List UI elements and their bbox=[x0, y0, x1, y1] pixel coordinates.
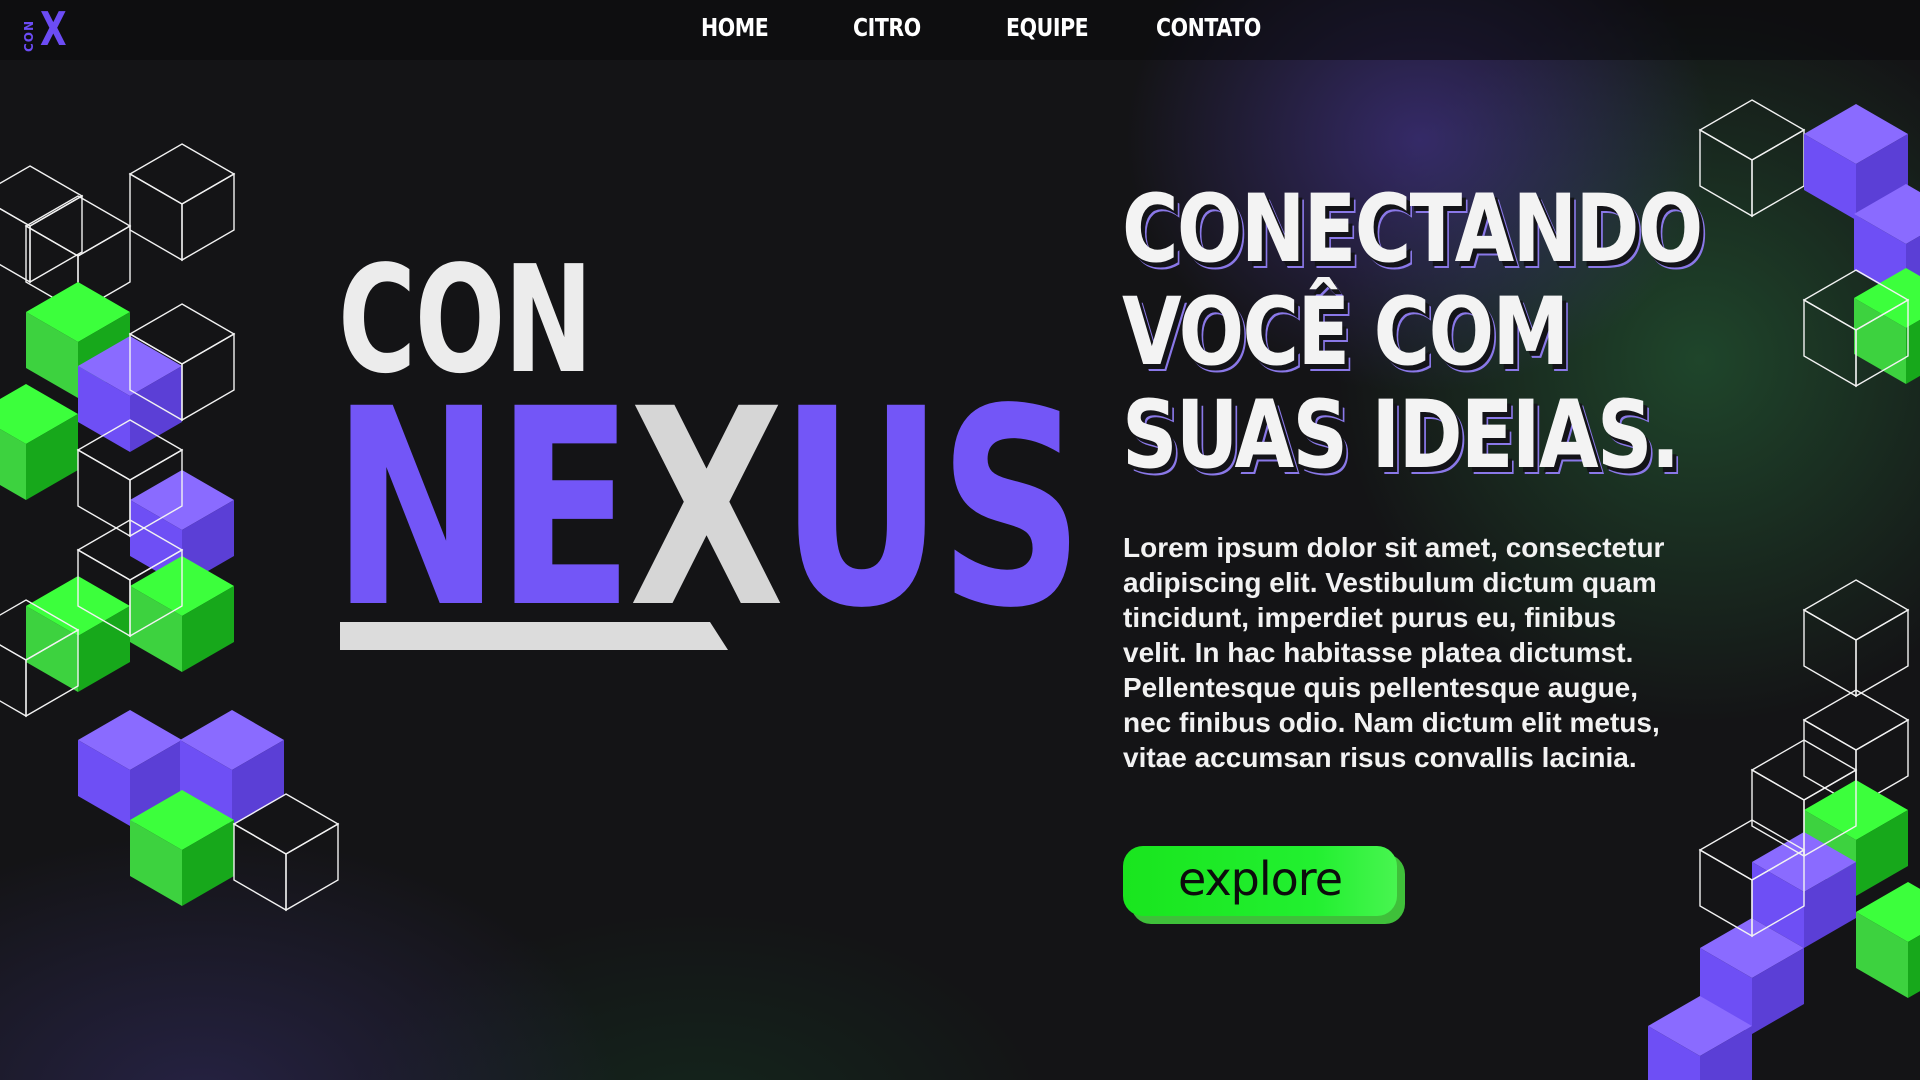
logo-x-mark: X bbox=[40, 2, 67, 56]
cube-outline bbox=[1698, 99, 1806, 161]
explore-button-face[interactable]: explore bbox=[1123, 846, 1397, 916]
headline-line-1: CONECTANDO bbox=[1122, 175, 1703, 284]
cube-outline bbox=[0, 644, 27, 718]
cube-outline bbox=[1855, 608, 1909, 698]
connexus-logo[interactable]: CON X bbox=[22, 2, 74, 56]
nav-contato[interactable]: CONTATO bbox=[1156, 13, 1261, 42]
explore-button[interactable]: explore bbox=[1123, 846, 1405, 924]
nav-home[interactable]: HOME bbox=[701, 13, 769, 42]
headline-line-2: VOCÊ COM bbox=[1122, 278, 1569, 387]
top-navbar: CON X HOME CITRO EQUIPE CONTATO bbox=[0, 0, 1920, 60]
cube-outline bbox=[77, 448, 131, 538]
cube-outline bbox=[1803, 298, 1857, 388]
nav-citro[interactable]: CITRO bbox=[853, 13, 921, 42]
cube-outline bbox=[181, 332, 235, 422]
cube-outline bbox=[181, 172, 235, 262]
cube-outline bbox=[1699, 128, 1753, 218]
headline-line-3: SUAS IDEIAS. bbox=[1122, 381, 1680, 490]
nav-equipe[interactable]: EQUIPE bbox=[1006, 13, 1089, 42]
hero-body-text: Lorem ipsum dolor sit amet, consectetur … bbox=[1123, 532, 1665, 773]
cube-outline bbox=[1803, 608, 1857, 698]
brand-underline-bar bbox=[340, 622, 728, 650]
cube-outline bbox=[1802, 689, 1910, 751]
hero-headline: CONECTANDO VOCÊ COM SUAS IDEIAS. bbox=[1122, 175, 1703, 490]
brand-nexus-x: X bbox=[629, 352, 784, 668]
cube-outline bbox=[233, 822, 287, 912]
cube-outline bbox=[128, 143, 236, 205]
cube-outline bbox=[129, 172, 183, 262]
brand-nexus-ne: NE bbox=[332, 352, 634, 668]
logo-con-text: CON bbox=[22, 19, 36, 52]
cube-outline bbox=[1802, 579, 1910, 641]
brand-nexus-us: US bbox=[779, 352, 1084, 668]
cube-outline bbox=[24, 195, 132, 257]
brand-line-nexus: NEXUS bbox=[332, 374, 1084, 646]
cube-outline bbox=[285, 822, 339, 912]
cube-outline bbox=[1751, 128, 1805, 218]
explore-button-label: explore bbox=[1177, 852, 1343, 906]
